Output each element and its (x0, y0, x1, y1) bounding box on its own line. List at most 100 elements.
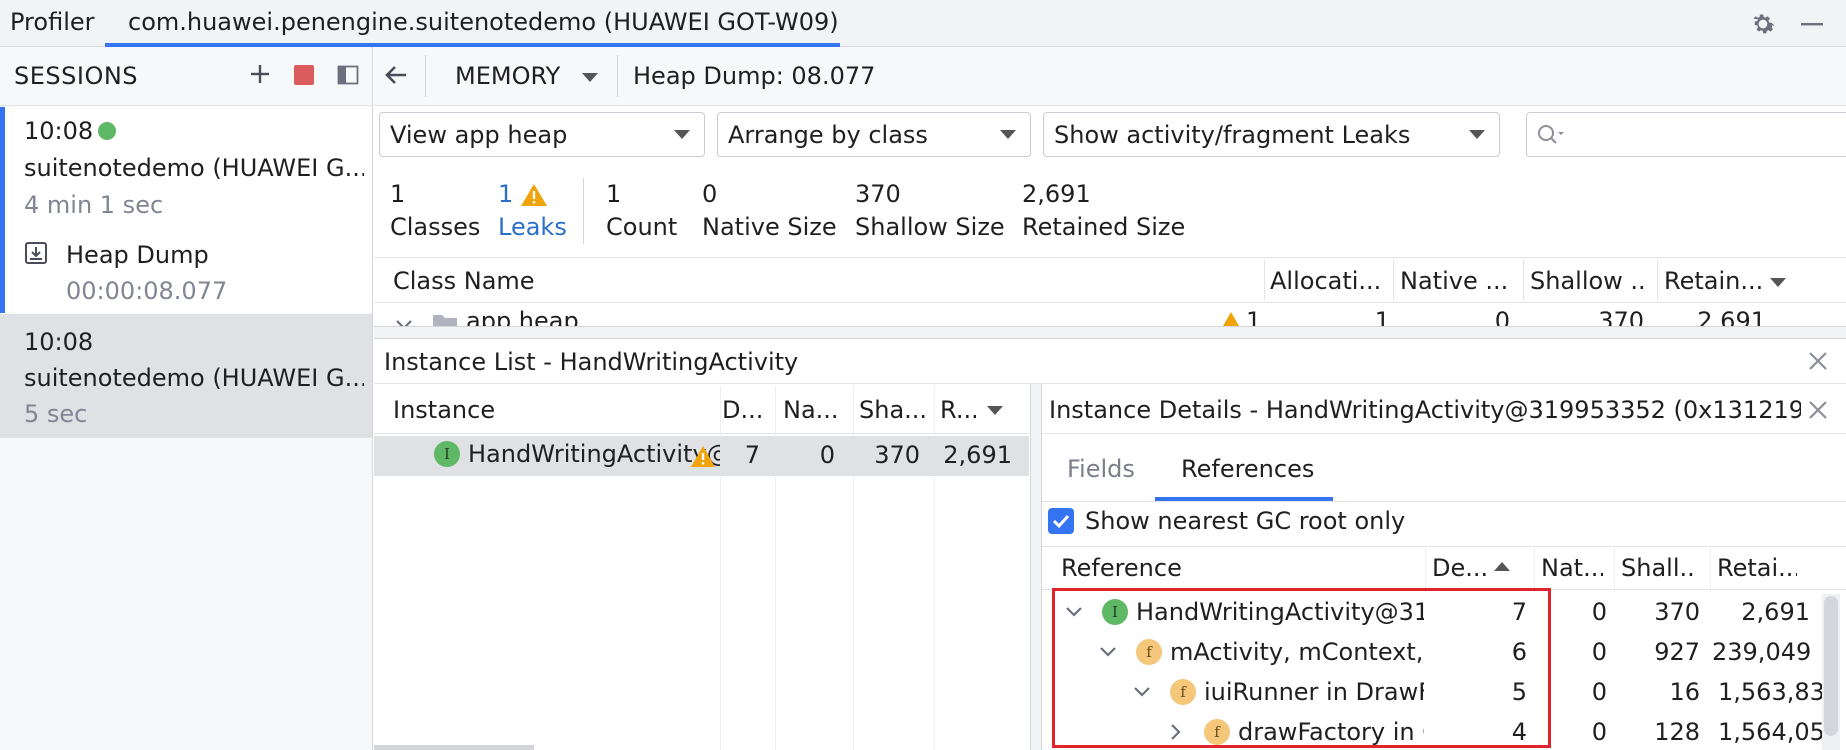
chevron-down-icon[interactable] (394, 315, 414, 326)
summary-shallow-label: Shallow Size (855, 213, 1005, 241)
session-duration: 5 sec (24, 400, 88, 428)
sort-descending-icon (1770, 278, 1786, 287)
class-alloc-cell: 1 (1374, 307, 1390, 326)
annotation-highlight-box (1052, 588, 1551, 748)
session-selected-indicator (0, 107, 5, 313)
summary-leaks-link[interactable]: Leaks (498, 213, 567, 241)
column-shallow[interactable]: Sha... (859, 396, 925, 424)
reference-shallow: 16 (1669, 678, 1700, 706)
class-warn-count: 1 (1246, 307, 1262, 326)
close-icon[interactable] (1806, 349, 1830, 373)
column-retained-size[interactable]: Retain... (1664, 267, 1782, 295)
class-native-cell: 0 (1494, 307, 1510, 326)
reference-retained: 1,564,05ı (1718, 718, 1822, 746)
tab-fields[interactable]: Fields (1067, 455, 1135, 483)
session-name: suitenotedemo (HUAWEI G... (24, 364, 364, 392)
add-session-icon[interactable] (246, 60, 274, 88)
column-retained[interactable]: Retai... (1717, 554, 1797, 582)
heap-select[interactable]: View app heap (379, 112, 705, 157)
reference-scrollbar-thumb[interactable] (1824, 596, 1838, 736)
summary-native-label: Native Size (702, 213, 837, 241)
summary-classes-label: Classes (390, 213, 481, 241)
back-arrow-icon[interactable] (382, 61, 410, 89)
warning-icon (690, 444, 716, 468)
reference-native: 0 (1591, 598, 1607, 626)
close-icon[interactable] (1806, 398, 1830, 422)
stop-session-icon[interactable] (294, 65, 314, 85)
arrange-select[interactable]: Arrange by class (717, 112, 1031, 157)
summary-native-value: 0 (702, 180, 718, 208)
warning-icon (520, 182, 548, 208)
arrange-select-value: Arrange by class (728, 121, 928, 149)
reference-shallow: 128 (1654, 718, 1700, 746)
instance-details-title: Instance Details - HandWritingActivity@3… (1049, 396, 1801, 424)
reference-native: 0 (1591, 638, 1607, 666)
column-shallow[interactable]: Shall... (1621, 554, 1697, 582)
column-reference[interactable]: Reference (1061, 554, 1321, 582)
leak-filter-select[interactable]: Show activity/fragment Leaks (1043, 112, 1500, 157)
summary-classes-value: 1 (390, 180, 406, 208)
toolbar-divider (425, 55, 426, 97)
live-status-dot (98, 122, 116, 140)
column-native-size[interactable]: Native ... (1400, 267, 1515, 295)
heap-dump-artifact[interactable]: Heap Dump (66, 241, 209, 269)
sessions-title: SESSIONS (14, 62, 139, 90)
reference-retained: 1,563,83( (1718, 678, 1822, 706)
search-icon (1536, 122, 1566, 148)
minimize-icon[interactable] (1797, 9, 1827, 39)
column-shallow-size[interactable]: Shallow ... (1530, 267, 1648, 295)
chevron-down-icon (674, 130, 690, 139)
profiler-mode-dropdown[interactable]: MEMORY (455, 62, 560, 90)
gc-root-label[interactable]: Show nearest GC root only (1085, 507, 1405, 535)
active-tab-indicator (1155, 497, 1333, 501)
chevron-down-icon (1000, 130, 1016, 139)
session-duration: 4 min 1 sec (24, 191, 164, 219)
instance-name-cell: HandWritingActivity@ (468, 440, 720, 468)
vertical-splitter[interactable] (1030, 384, 1042, 750)
reference-native: 0 (1591, 678, 1607, 706)
chevron-down-icon[interactable] (582, 73, 598, 82)
class-name-cell: app heap (466, 307, 579, 326)
heap-dump-time: 00:00:08.077 (66, 277, 228, 305)
toolbar-divider (617, 55, 618, 97)
class-instance-icon: I (434, 441, 460, 467)
column-native[interactable]: Na... (783, 396, 845, 424)
column-allocations[interactable]: Allocati... (1270, 267, 1382, 295)
heap-select-value: View app heap (390, 121, 568, 149)
tab-references[interactable]: References (1181, 455, 1314, 483)
column-depth[interactable]: De... (1432, 554, 1492, 582)
instance-list-title: Instance List - HandWritingActivity (384, 348, 799, 376)
column-retained[interactable]: R... (940, 396, 976, 424)
column-class-name[interactable]: Class Name (393, 267, 535, 295)
reference-shallow: 927 (1654, 638, 1700, 666)
toggle-panel-icon[interactable] (336, 63, 360, 87)
app-title: Profiler (10, 8, 95, 36)
horizontal-splitter[interactable] (374, 326, 1846, 339)
summary-count-label: Count (606, 213, 678, 241)
window-tab[interactable]: com.huawei.penengine.suitenotedemo (HUAW… (105, 0, 840, 47)
gc-root-checkbox[interactable] (1048, 508, 1074, 534)
gear-icon[interactable] (1748, 9, 1778, 39)
leak-filter-value: Show activity/fragment Leaks (1054, 121, 1411, 149)
instance-list-scrollbar[interactable] (374, 745, 534, 750)
column-divider (1657, 260, 1658, 300)
sort-descending-icon (987, 406, 1003, 415)
class-table-row[interactable]: app heap 1 1 0 370 2,691 (374, 304, 1846, 326)
warning-icon (1223, 312, 1239, 326)
summary-leaks-value[interactable]: 1 (498, 180, 513, 208)
instance-depth-cell: 7 (744, 441, 760, 469)
summary-retained-label: Retained Size (1022, 213, 1186, 241)
heap-dump-icon (24, 241, 48, 265)
search-input[interactable] (1526, 112, 1846, 157)
column-divider (1393, 260, 1394, 300)
column-depth[interactable]: D... (722, 396, 762, 424)
session-name: suitenotedemo (HUAWEI G... (24, 154, 364, 182)
heap-dump-title: Heap Dump: 08.077 (633, 62, 876, 90)
details-tabs (1042, 434, 1846, 502)
column-native[interactable]: Nat... (1541, 554, 1603, 582)
chevron-down-icon (1469, 130, 1485, 139)
instance-native-cell: 0 (819, 441, 835, 469)
column-divider (1264, 260, 1265, 300)
column-instance[interactable]: Instance (393, 396, 713, 424)
summary-shallow-value: 370 (855, 180, 901, 208)
